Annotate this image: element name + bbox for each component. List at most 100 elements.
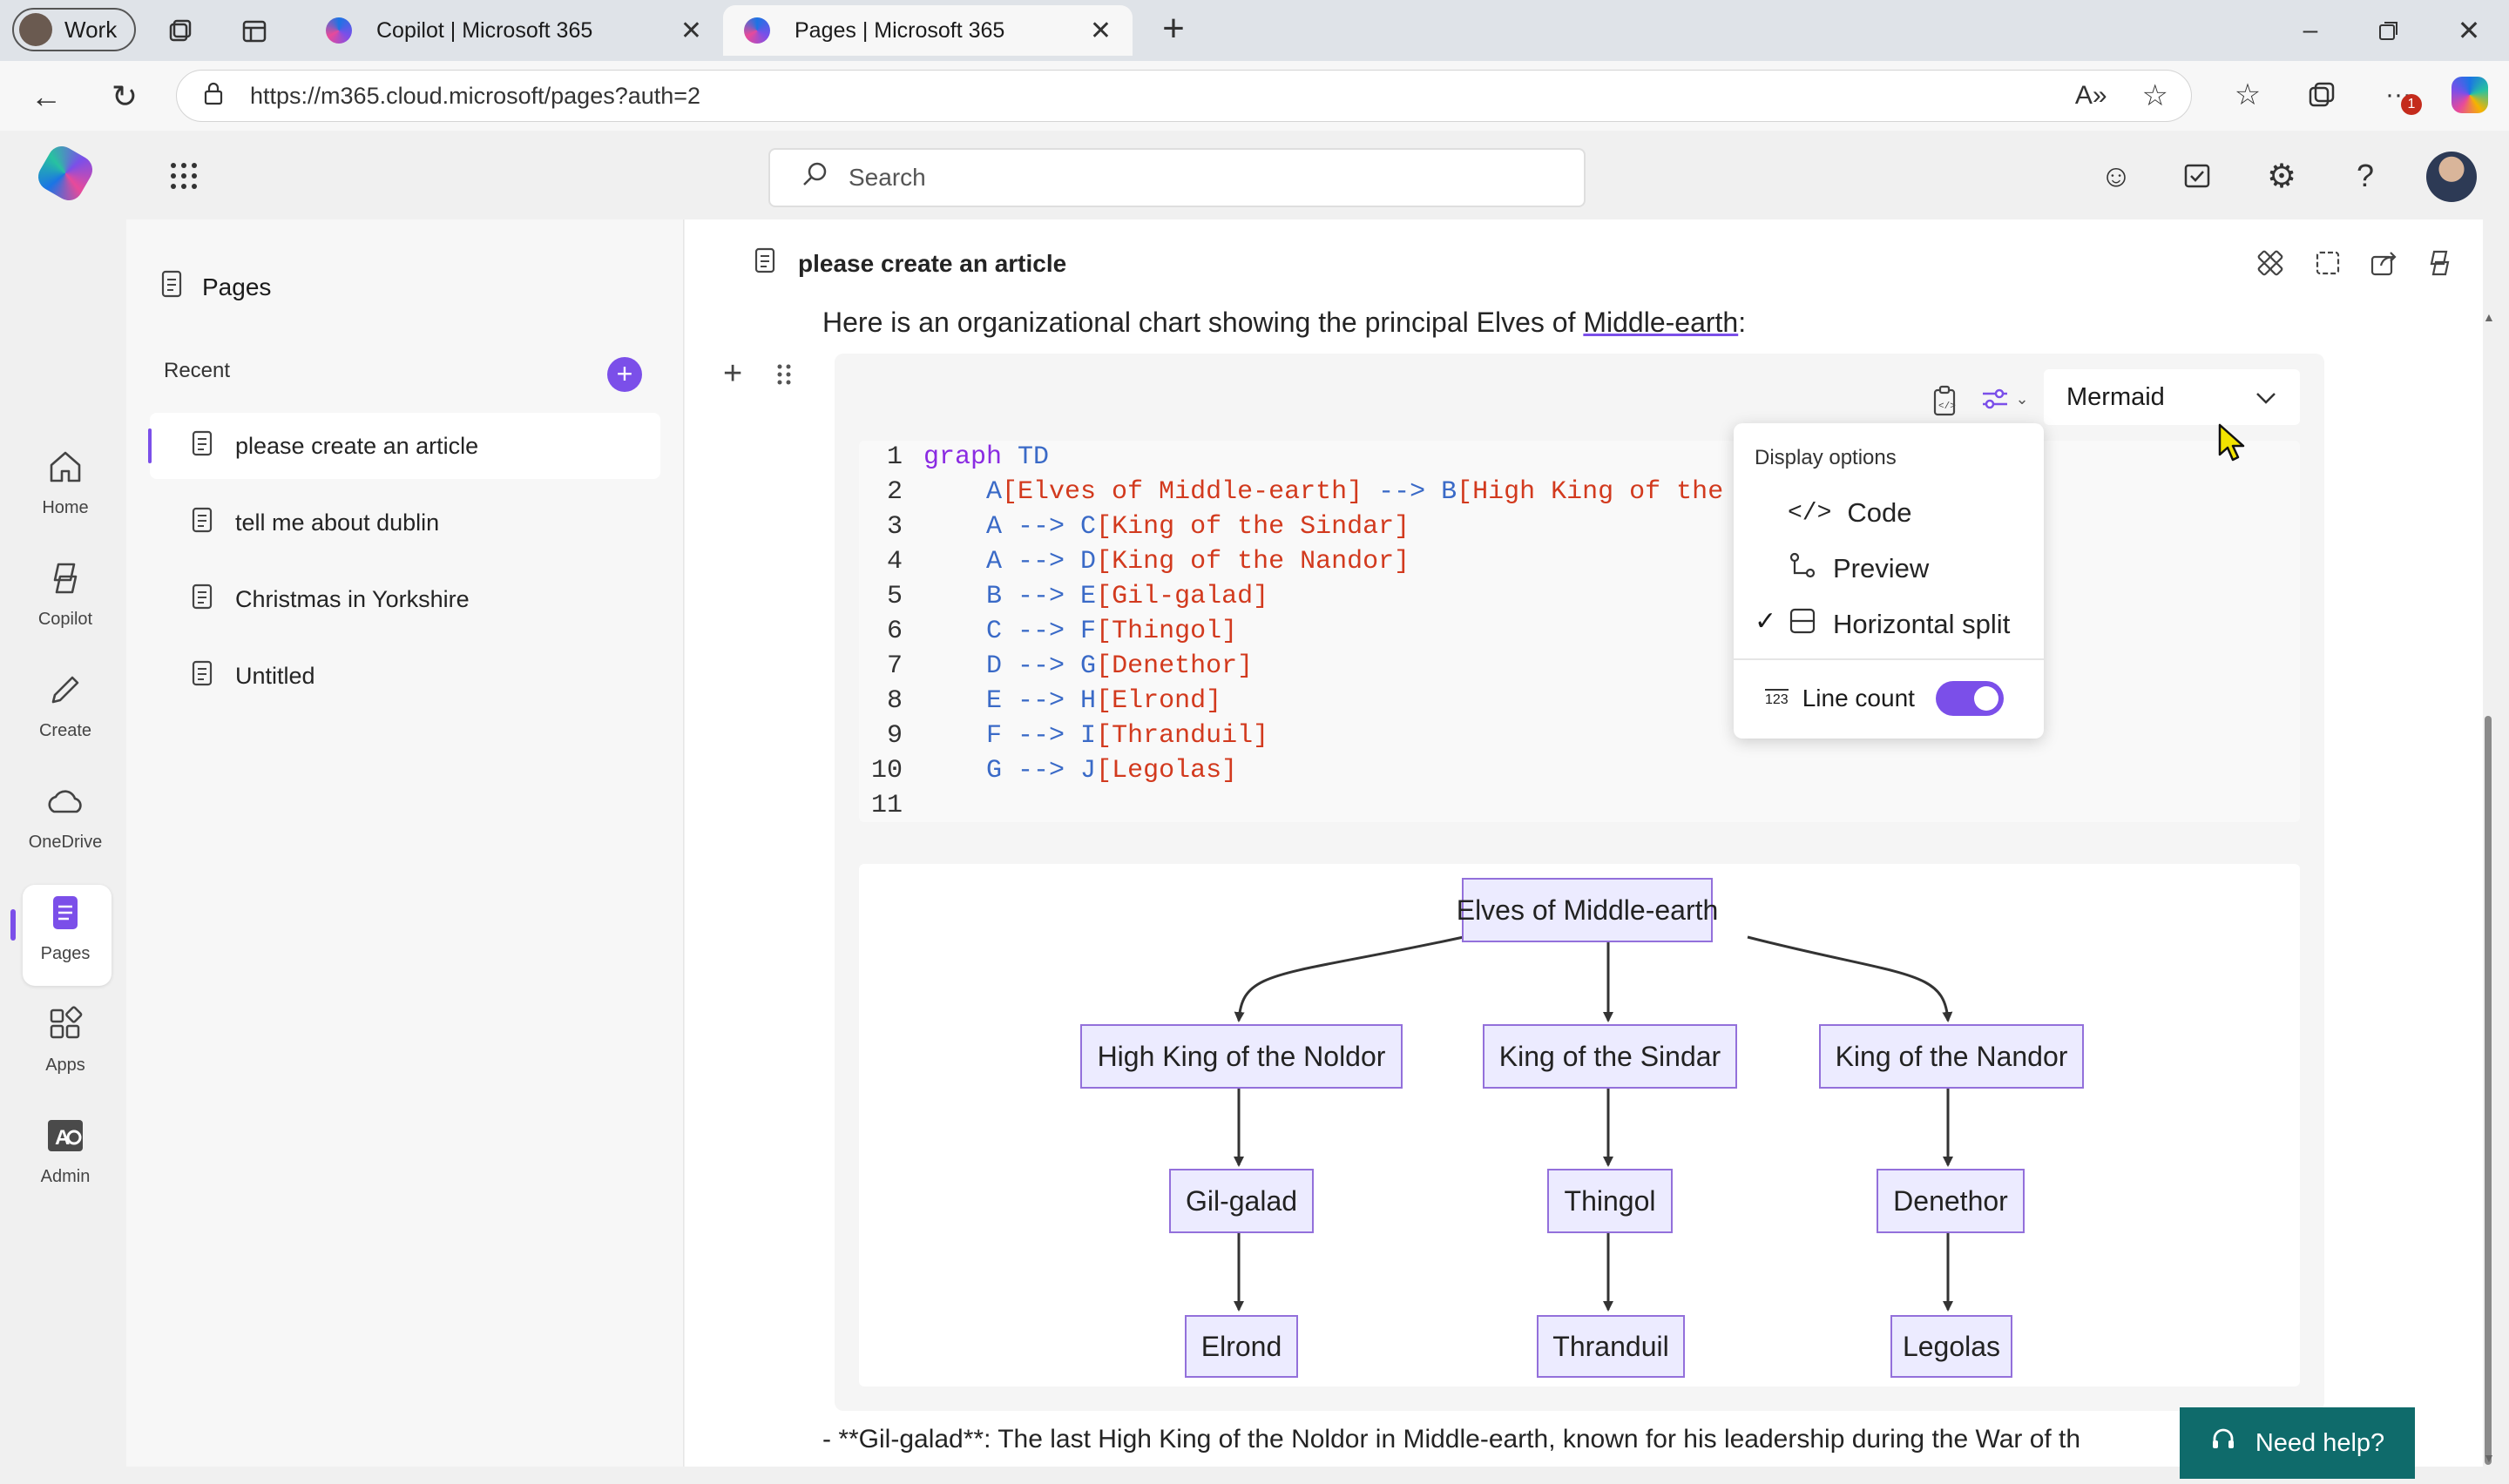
diagram-node: King of the Nandor <box>1819 1024 2084 1089</box>
rail-item-onedrive[interactable]: OneDrive <box>0 775 131 853</box>
rail-item-home[interactable]: Home <box>0 441 131 518</box>
line-number: 4 <box>886 547 903 577</box>
menu-option-preview[interactable]: Preview <box>1788 542 1929 596</box>
components-icon[interactable] <box>2253 246 2288 280</box>
refresh-icon[interactable]: ↻ <box>105 77 145 117</box>
restore-icon[interactable] <box>2363 9 2415 52</box>
back-icon[interactable]: ← <box>26 77 66 117</box>
add-block-icon[interactable]: + <box>723 355 742 393</box>
app-launcher-icon[interactable] <box>165 157 203 195</box>
code-text: graph TD <box>923 440 1049 475</box>
copilot-page-icon[interactable] <box>2422 246 2457 280</box>
code-line: 2 A[Elves of Middle-earth] --> B[High Ki… <box>859 475 1791 509</box>
new-page-button[interactable]: + <box>607 357 642 392</box>
line-number: 3 <box>886 512 903 542</box>
code-token: [Thingol] <box>1096 617 1238 646</box>
preview-diagram-icon <box>1788 550 1817 587</box>
search-box[interactable]: Search <box>768 148 1586 207</box>
search-icon <box>800 160 829 196</box>
scrollbar-thumb[interactable] <box>2485 716 2492 1465</box>
line-number: 1 <box>886 442 903 472</box>
tab-copilot[interactable]: Copilot | Microsoft 365 ✕ <box>305 5 723 56</box>
tab-pages[interactable]: Pages | Microsoft 365 ✕ <box>723 5 1133 56</box>
code-token: E <box>986 686 1003 716</box>
close-tab-icon[interactable]: ✕ <box>680 16 702 46</box>
diagram-edge <box>1234 935 1464 1022</box>
menu-option-horizontal-split[interactable]: Horizontal split <box>1788 597 2010 651</box>
settings-gear-icon[interactable]: ⚙ <box>2262 157 2301 195</box>
line-count-row[interactable]: 123 Line count <box>1765 681 2004 716</box>
favorites-icon[interactable]: ☆ <box>2226 73 2269 117</box>
page-doc-icon <box>192 430 213 462</box>
user-avatar[interactable] <box>2426 152 2477 202</box>
drag-handle-icon[interactable] <box>775 362 793 391</box>
need-help-button[interactable]: Need help? <box>2180 1407 2415 1479</box>
feedback-icon[interactable]: ☺ <box>2097 157 2135 195</box>
chevron-down-icon: ⌄ <box>2015 389 2029 408</box>
focus-mode-icon[interactable] <box>2310 246 2345 280</box>
code-line: 1 graph TD <box>859 440 1791 475</box>
code-line: 10 G --> J[Legolas] <box>859 753 1791 788</box>
minimize-icon[interactable]: – <box>2284 9 2337 52</box>
share-icon[interactable] <box>2366 246 2401 280</box>
recent-page-item[interactable]: Untitled <box>150 643 660 709</box>
m365-logo[interactable] <box>33 141 98 206</box>
recent-page-item[interactable]: tell me about dublin <box>150 489 660 556</box>
read-aloud-icon[interactable]: A» <box>2075 81 2107 111</box>
rail-item-apps[interactable]: Apps <box>0 998 131 1076</box>
intro-suffix: : <box>1738 307 1747 338</box>
rail-item-admin[interactable]: A Admin <box>0 1110 131 1187</box>
diagram-node: Denethor <box>1877 1169 2025 1233</box>
line-number: 8 <box>886 686 903 716</box>
code-line: 9 F --> I[Thranduil] <box>859 718 1791 753</box>
rail-item-create[interactable]: Create <box>0 664 131 741</box>
new-tab-button[interactable]: + <box>1152 7 1195 51</box>
code-token: D <box>986 651 1003 681</box>
middle-earth-link[interactable]: Middle-earth <box>1583 307 1738 338</box>
tab-actions-icon[interactable] <box>237 14 272 49</box>
tasks-icon[interactable] <box>2179 157 2217 195</box>
chevron-down-icon <box>2255 383 2277 412</box>
code-text: F --> I[Thranduil] <box>923 718 1268 753</box>
address-bar[interactable]: https://m365.cloud.microsoft/pages?auth=… <box>176 70 2192 122</box>
workspaces-icon[interactable] <box>162 14 197 49</box>
code-token: F <box>1080 617 1097 646</box>
line-count-toggle[interactable] <box>1935 681 2004 716</box>
recent-page-item[interactable]: please create an article <box>150 413 660 479</box>
headset-icon <box>2210 1427 2236 1460</box>
code-token: C <box>986 617 1003 646</box>
copy-code-icon[interactable]: </> <box>1925 381 1964 420</box>
help-icon[interactable]: ? <box>2346 157 2384 195</box>
line-number: 11 <box>870 791 903 820</box>
close-window-icon[interactable]: ✕ <box>2443 9 2495 52</box>
toggle-knob <box>1973 686 1998 711</box>
favorite-star-icon[interactable]: ☆ <box>2142 78 2168 113</box>
line-number: 10 <box>870 756 903 786</box>
menu-option-code[interactable]: </> Code <box>1788 486 1912 540</box>
scroll-up-arrow[interactable]: ▲ <box>2483 310 2495 324</box>
line-number: 7 <box>886 651 903 681</box>
recent-page-item[interactable]: Christmas in Yorkshire <box>150 566 660 632</box>
scroll-down-arrow[interactable]: ▼ <box>2483 1451 2495 1465</box>
admin-icon: A <box>39 1110 91 1162</box>
code-token: graph <box>923 442 1003 472</box>
rail-item-pages[interactable]: Pages <box>0 887 131 964</box>
language-dropdown[interactable]: Mermaid <box>2044 369 2300 425</box>
page-scrollbar[interactable]: ▲ ▼ <box>2478 219 2497 1467</box>
language-selected: Mermaid <box>2066 382 2165 411</box>
copilot-browser-icon[interactable] <box>2452 77 2488 113</box>
rail-item-copilot[interactable]: Copilot <box>0 552 131 630</box>
close-tab-icon[interactable]: ✕ <box>1090 16 1112 46</box>
rail-label: Pages <box>40 944 91 963</box>
code-token: [Elves of Middle-earth] <box>1002 477 1363 507</box>
profile-button[interactable]: Work <box>12 8 136 51</box>
display-options-icon[interactable]: ⌄ <box>1976 380 2033 418</box>
collections-icon[interactable] <box>2300 73 2343 117</box>
pages-side-panel <box>126 219 684 1467</box>
code-token: --> <box>1002 721 1081 751</box>
code-token: E <box>1080 582 1097 611</box>
